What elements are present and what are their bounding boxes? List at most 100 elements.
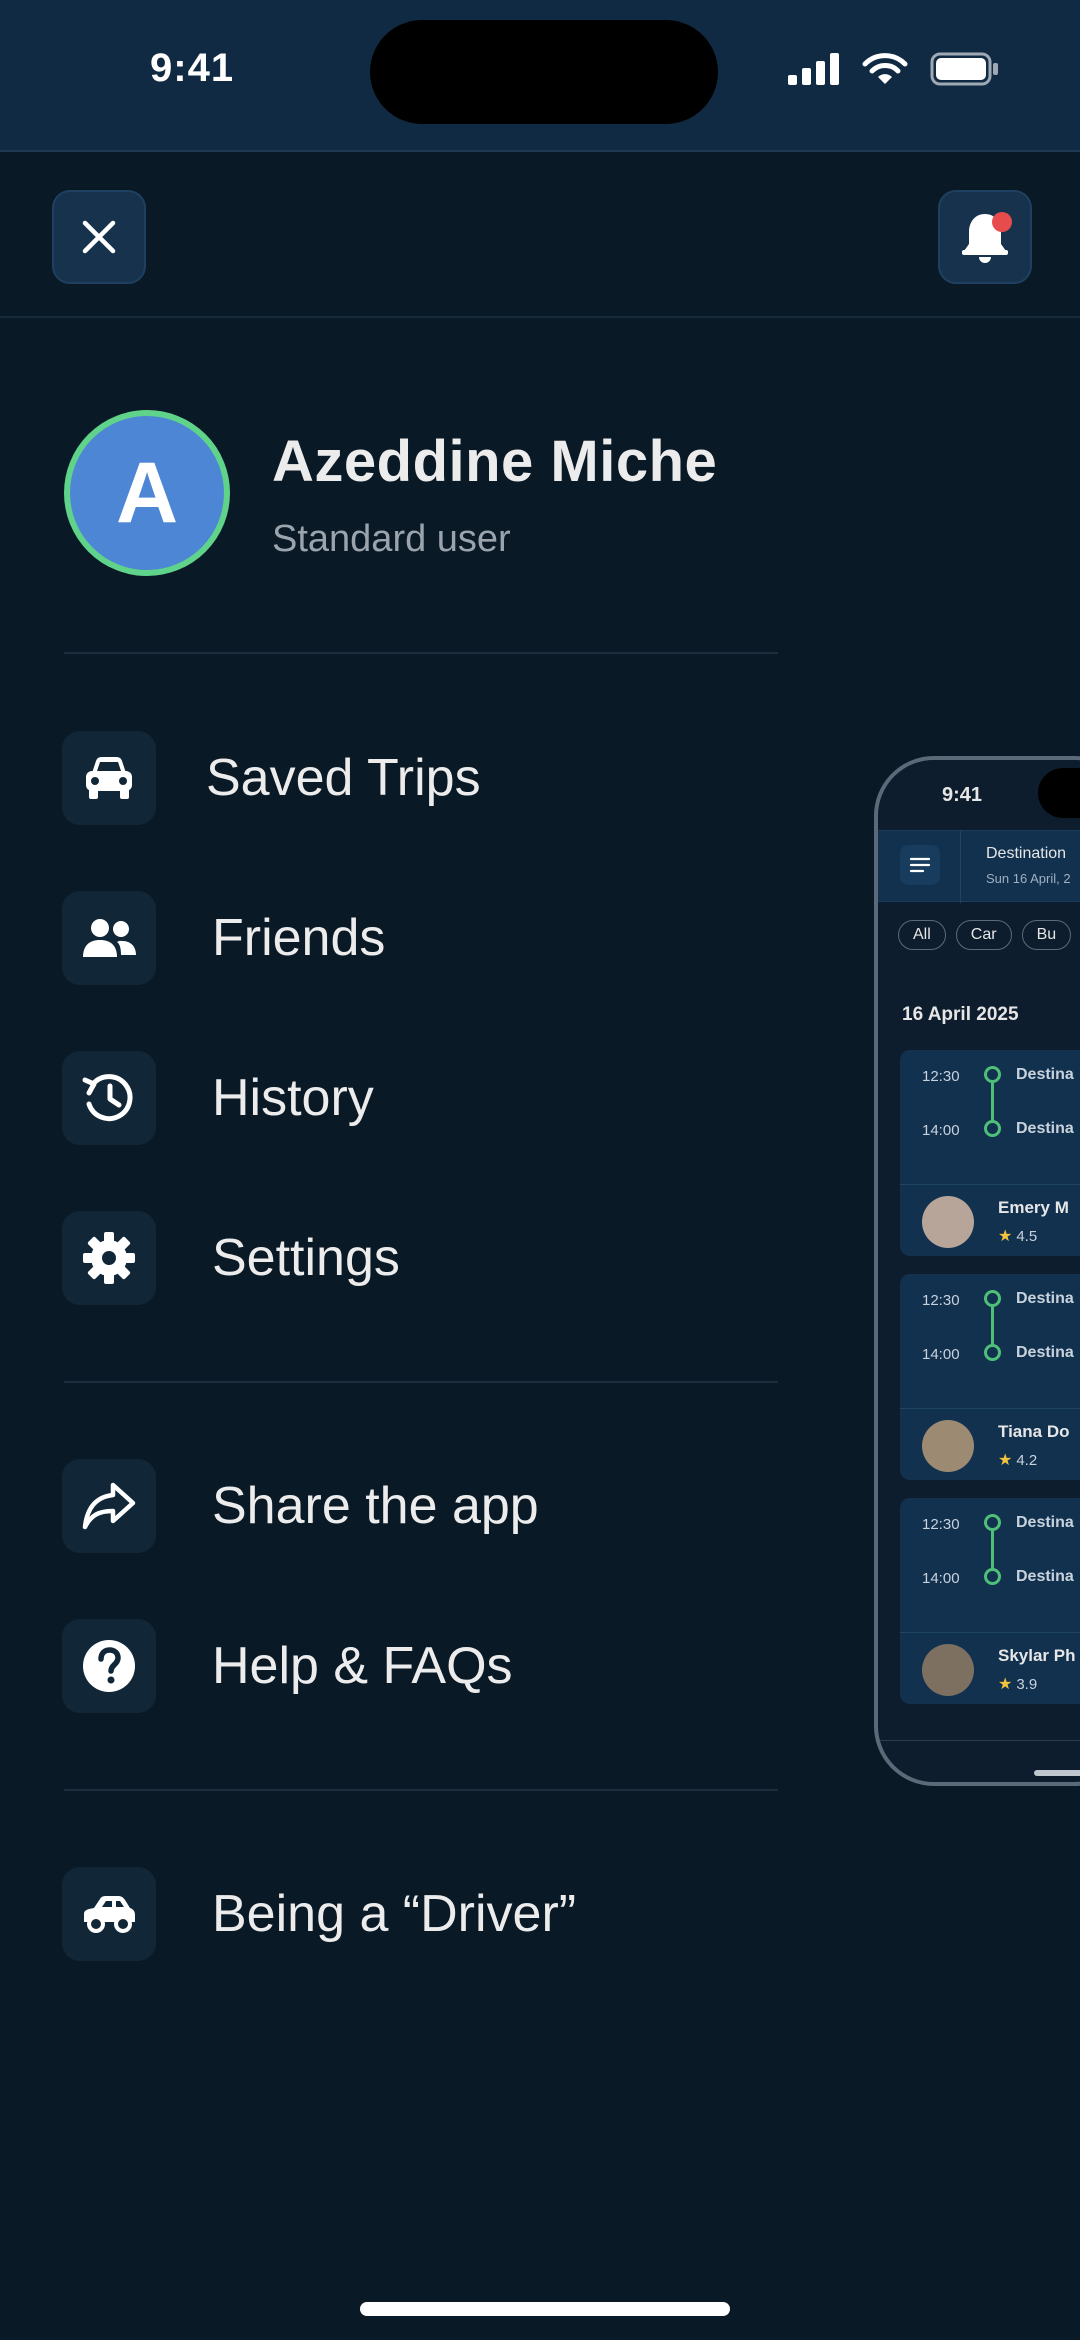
status-bar: 9:41 (0, 0, 1080, 152)
divider (64, 652, 778, 654)
gear-icon (83, 1232, 135, 1284)
menu-item-help[interactable]: Help & FAQs (62, 1618, 513, 1714)
menu-icon-box (62, 891, 156, 985)
card-divider (900, 1408, 1080, 1409)
wifi-icon (862, 53, 908, 84)
rating-value: 3.9 (1016, 1675, 1038, 1693)
star-icon: ★ (998, 1452, 1013, 1469)
menu-item-friends[interactable]: Friends (62, 890, 385, 986)
car-front-icon (86, 757, 132, 799)
menu-lines-icon (909, 857, 931, 873)
menu-item-history[interactable]: History (62, 1050, 374, 1146)
from-label: Destina (1016, 1066, 1074, 1083)
menu-label: History (212, 1069, 374, 1127)
user-name: Azeddine Miche (272, 429, 718, 494)
from-label: Destina (1016, 1290, 1074, 1307)
menu-item-settings[interactable]: Settings (62, 1210, 400, 1306)
driver-avatar (922, 1644, 974, 1696)
route-start-dot (984, 1290, 1001, 1307)
menu-label: Share the app (212, 1477, 539, 1535)
help-icon (83, 1640, 135, 1692)
trip-card[interactable]: 12:30 14:00 Destina Destina Tiana Do ★ 4.… (900, 1274, 1080, 1480)
dynamic-island (370, 20, 718, 124)
driver-name: Tiana Do (998, 1422, 1070, 1441)
home-indicator[interactable] (360, 2302, 730, 2316)
to-label: Destina (1016, 1344, 1074, 1361)
side-menu-screen: 9:41 A Azeddine Miche Standard user Save… (0, 0, 1080, 2340)
preview-filter-chips: All Car Bu (898, 920, 1072, 950)
preview-header: Destination Sun 16 April, 2 (878, 830, 1080, 903)
route-start-dot (984, 1514, 1001, 1531)
card-divider (900, 1184, 1080, 1185)
driver-name: Emery M (998, 1198, 1069, 1217)
avatar[interactable]: A (64, 410, 230, 576)
chip-car[interactable]: Car (955, 920, 1012, 950)
route-end-dot (984, 1568, 1001, 1585)
depart-time: 12:30 (922, 1292, 960, 1309)
preview-header-separator (960, 831, 961, 903)
top-bar (0, 152, 1080, 318)
star-icon: ★ (998, 1228, 1013, 1245)
driver-rating: ★ 3.9 (998, 1674, 1037, 1694)
menu-icon-box (62, 1867, 156, 1961)
menu-icon-box (62, 1051, 156, 1145)
close-icon (82, 220, 116, 254)
rating-value: 4.2 (1016, 1451, 1038, 1469)
status-time: 9:41 (150, 46, 235, 90)
menu-item-share[interactable]: Share the app (62, 1458, 539, 1554)
to-label: Destina (1016, 1120, 1074, 1137)
preview-status-bar: 9:41 (878, 760, 1080, 828)
menu-icon-box (62, 1459, 156, 1553)
menu-label: Help & FAQs (212, 1637, 513, 1695)
trip-card[interactable]: 12:30 14:00 Destina Destina Skylar Ph ★ 3… (900, 1498, 1080, 1704)
depart-time: 12:30 (922, 1068, 960, 1085)
depart-time: 12:30 (922, 1516, 960, 1533)
signal-icon (788, 53, 839, 85)
status-icons (788, 52, 1000, 86)
route-end-dot (984, 1344, 1001, 1361)
users-icon (83, 919, 136, 957)
card-divider (900, 1632, 1080, 1633)
menu-label: Settings (212, 1229, 400, 1287)
from-label: Destina (1016, 1514, 1074, 1531)
notifications-button[interactable] (938, 190, 1032, 284)
menu-icon-box (62, 1619, 156, 1713)
preview-dynamic-island (1038, 768, 1080, 818)
history-icon (82, 1074, 133, 1122)
route-line (991, 1528, 994, 1572)
arrive-time: 14:00 (922, 1570, 960, 1587)
notification-dot (992, 212, 1012, 232)
close-button[interactable] (52, 190, 146, 284)
rating-value: 4.5 (1016, 1227, 1038, 1245)
arrive-time: 14:00 (922, 1346, 960, 1363)
menu-icon-box (62, 1211, 156, 1305)
route-line (991, 1304, 994, 1348)
preview-home-indicator (1034, 1770, 1080, 1776)
menu-icon-box (62, 731, 156, 825)
user-role: Standard user (272, 518, 511, 560)
route-line (991, 1080, 994, 1124)
chip-all[interactable]: All (898, 920, 946, 950)
driver-rating: ★ 4.5 (998, 1226, 1037, 1246)
menu-label: Saved Trips (206, 749, 481, 807)
preview-menu-button[interactable] (900, 845, 940, 885)
driver-name: Skylar Ph (998, 1646, 1076, 1665)
preview-destination: Destination (986, 845, 1067, 862)
menu-label: Friends (212, 909, 386, 967)
divider (64, 1789, 778, 1791)
preview-section-date: 16 April 2025 (902, 1004, 1019, 1025)
menu-label: Being a “Driver” (212, 1885, 577, 1943)
divider (64, 1381, 778, 1383)
driver-rating: ★ 4.2 (998, 1450, 1037, 1470)
route-start-dot (984, 1066, 1001, 1083)
preview-time: 9:41 (942, 784, 983, 806)
car-side-icon (84, 1896, 135, 1933)
menu-item-driver[interactable]: Being a “Driver” (62, 1866, 576, 1962)
menu-item-saved-trips[interactable]: Saved Trips (62, 730, 481, 826)
app-preview-frame[interactable]: 9:41 Destination Sun 16 April, 2 All Car… (874, 756, 1080, 1786)
preview-date: Sun 16 April, 2 (986, 871, 1071, 886)
chip-bus[interactable]: Bu (1021, 920, 1072, 950)
arrive-time: 14:00 (922, 1122, 960, 1139)
driver-avatar (922, 1196, 974, 1248)
trip-card[interactable]: 12:30 14:00 Destina Destina Emery M ★ 4.5 (900, 1050, 1080, 1256)
